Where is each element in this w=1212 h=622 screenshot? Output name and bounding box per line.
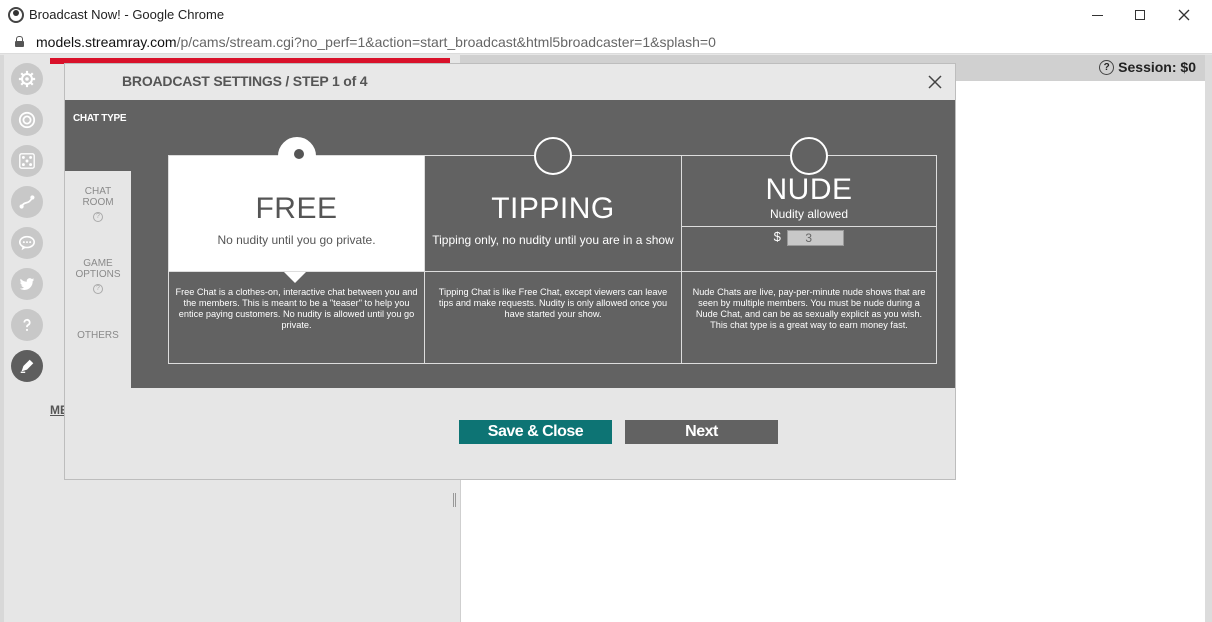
option-description: Tipping Chat is like Free Chat, except v… <box>438 287 668 319</box>
option-tipping[interactable]: TIPPING Tipping only, no nudity until yo… <box>425 137 682 363</box>
url-path: /p/cams/stream.cgi?no_perf=1&action=star… <box>176 34 716 50</box>
right-border <box>1205 55 1212 622</box>
gear-icon <box>18 70 36 88</box>
step-chat-room[interactable]: CHAT ROOM ? <box>65 186 131 222</box>
selected-pointer <box>284 272 306 283</box>
modal-notch <box>49 64 65 108</box>
stats-button[interactable] <box>11 186 43 218</box>
minimize-button[interactable] <box>1075 0 1119 30</box>
modal-body: CHAT TYPE CHAT ROOM ? GAME OPTIONS ? OTH… <box>65 100 955 388</box>
left-rail <box>0 55 4 622</box>
chat-button[interactable] <box>11 227 43 259</box>
twitter-button[interactable] <box>11 268 43 300</box>
chat-type-label: CHAT TYPE <box>73 113 127 124</box>
url-host: models.streamray.com <box>36 34 177 50</box>
twitter-icon <box>19 278 35 290</box>
radio-tipping[interactable] <box>534 137 572 175</box>
help-icon[interactable]: ? <box>1099 59 1115 75</box>
option-subtitle: No nudity until you go private. <box>217 233 376 247</box>
url-text[interactable]: models.streamray.com/p/cams/stream.cgi?n… <box>36 34 716 50</box>
games-button[interactable] <box>11 145 43 177</box>
help-icon[interactable]: ? <box>93 212 103 222</box>
option-name: FREE <box>255 192 338 225</box>
modal-close-button[interactable] <box>925 72 945 92</box>
settings-button[interactable] <box>11 63 43 95</box>
step-game-options[interactable]: GAME OPTIONS ? <box>65 258 131 294</box>
option-subtitle: Tipping only, no nudity until you are in… <box>432 233 674 247</box>
option-description: Free Chat is a clothes-on, interactive c… <box>175 287 418 330</box>
option-name: TIPPING <box>491 192 615 225</box>
step-label: OTHERS <box>77 330 119 341</box>
divider <box>682 226 936 227</box>
help-button[interactable] <box>11 309 43 341</box>
close-icon <box>1178 9 1190 21</box>
close-icon <box>928 75 942 89</box>
step-label: GAME OPTIONS <box>75 258 121 280</box>
step-label: CHAT ROOM <box>82 186 114 208</box>
chat-type-options: FREE No nudity until you go private. Fre… <box>168 137 937 364</box>
option-nude[interactable]: NUDE Nudity allowed $ 3 Nude Chats are l… <box>682 137 936 363</box>
steps-nav: CHAT ROOM ? GAME OPTIONS ? OTHERS <box>65 171 131 388</box>
option-description: Nude Chats are live, pay-per-minute nude… <box>692 287 926 330</box>
sidebar <box>8 55 48 622</box>
address-bar[interactable]: models.streamray.com/p/cams/stream.cgi?n… <box>0 30 1212 54</box>
modal-title: BROADCAST SETTINGS / STEP 1 of 4 <box>122 73 368 89</box>
step-others[interactable]: OTHERS <box>65 330 131 341</box>
close-window-button[interactable] <box>1162 0 1206 30</box>
minimize-icon <box>1091 14 1103 16</box>
session-label: Session: $0 <box>1118 59 1196 75</box>
next-button[interactable]: Next <box>625 420 778 444</box>
help-icon[interactable]: ? <box>93 284 103 294</box>
currency-symbol: $ <box>773 229 781 244</box>
modal-header: BROADCAST SETTINGS / STEP 1 of 4 <box>65 64 955 100</box>
path-icon <box>19 195 35 209</box>
window-title: Broadcast Now! - Google Chrome <box>29 7 225 22</box>
edit-button[interactable] <box>11 350 43 382</box>
radio-nude[interactable] <box>790 137 828 175</box>
resize-handle[interactable] <box>453 493 456 507</box>
help-icon <box>23 318 31 332</box>
maximize-icon <box>1135 10 1145 20</box>
option-free[interactable]: FREE No nudity until you go private. Fre… <box>169 137 425 363</box>
session-info: ? Session: $0 <box>1099 59 1196 75</box>
favicon-icon <box>8 7 24 23</box>
save-close-button[interactable]: Save & Close <box>459 420 612 444</box>
price-row: $ 3 <box>682 229 936 246</box>
target-icon <box>18 111 36 129</box>
option-name: NUDE <box>765 173 853 206</box>
broadcast-button[interactable] <box>11 104 43 136</box>
chat-icon <box>18 235 36 251</box>
pen-icon <box>20 359 34 373</box>
broadcast-settings-modal: BROADCAST SETTINGS / STEP 1 of 4 CHAT TY… <box>64 63 956 480</box>
browser-titlebar: Broadcast Now! - Google Chrome <box>0 0 1212 30</box>
dice-icon <box>19 153 35 169</box>
radio-free[interactable] <box>278 137 316 175</box>
maximize-button[interactable] <box>1118 0 1162 30</box>
lock-icon <box>15 36 24 47</box>
option-subtitle: Nudity allowed <box>769 207 849 221</box>
price-per-minute-input[interactable]: 3 <box>787 229 845 246</box>
